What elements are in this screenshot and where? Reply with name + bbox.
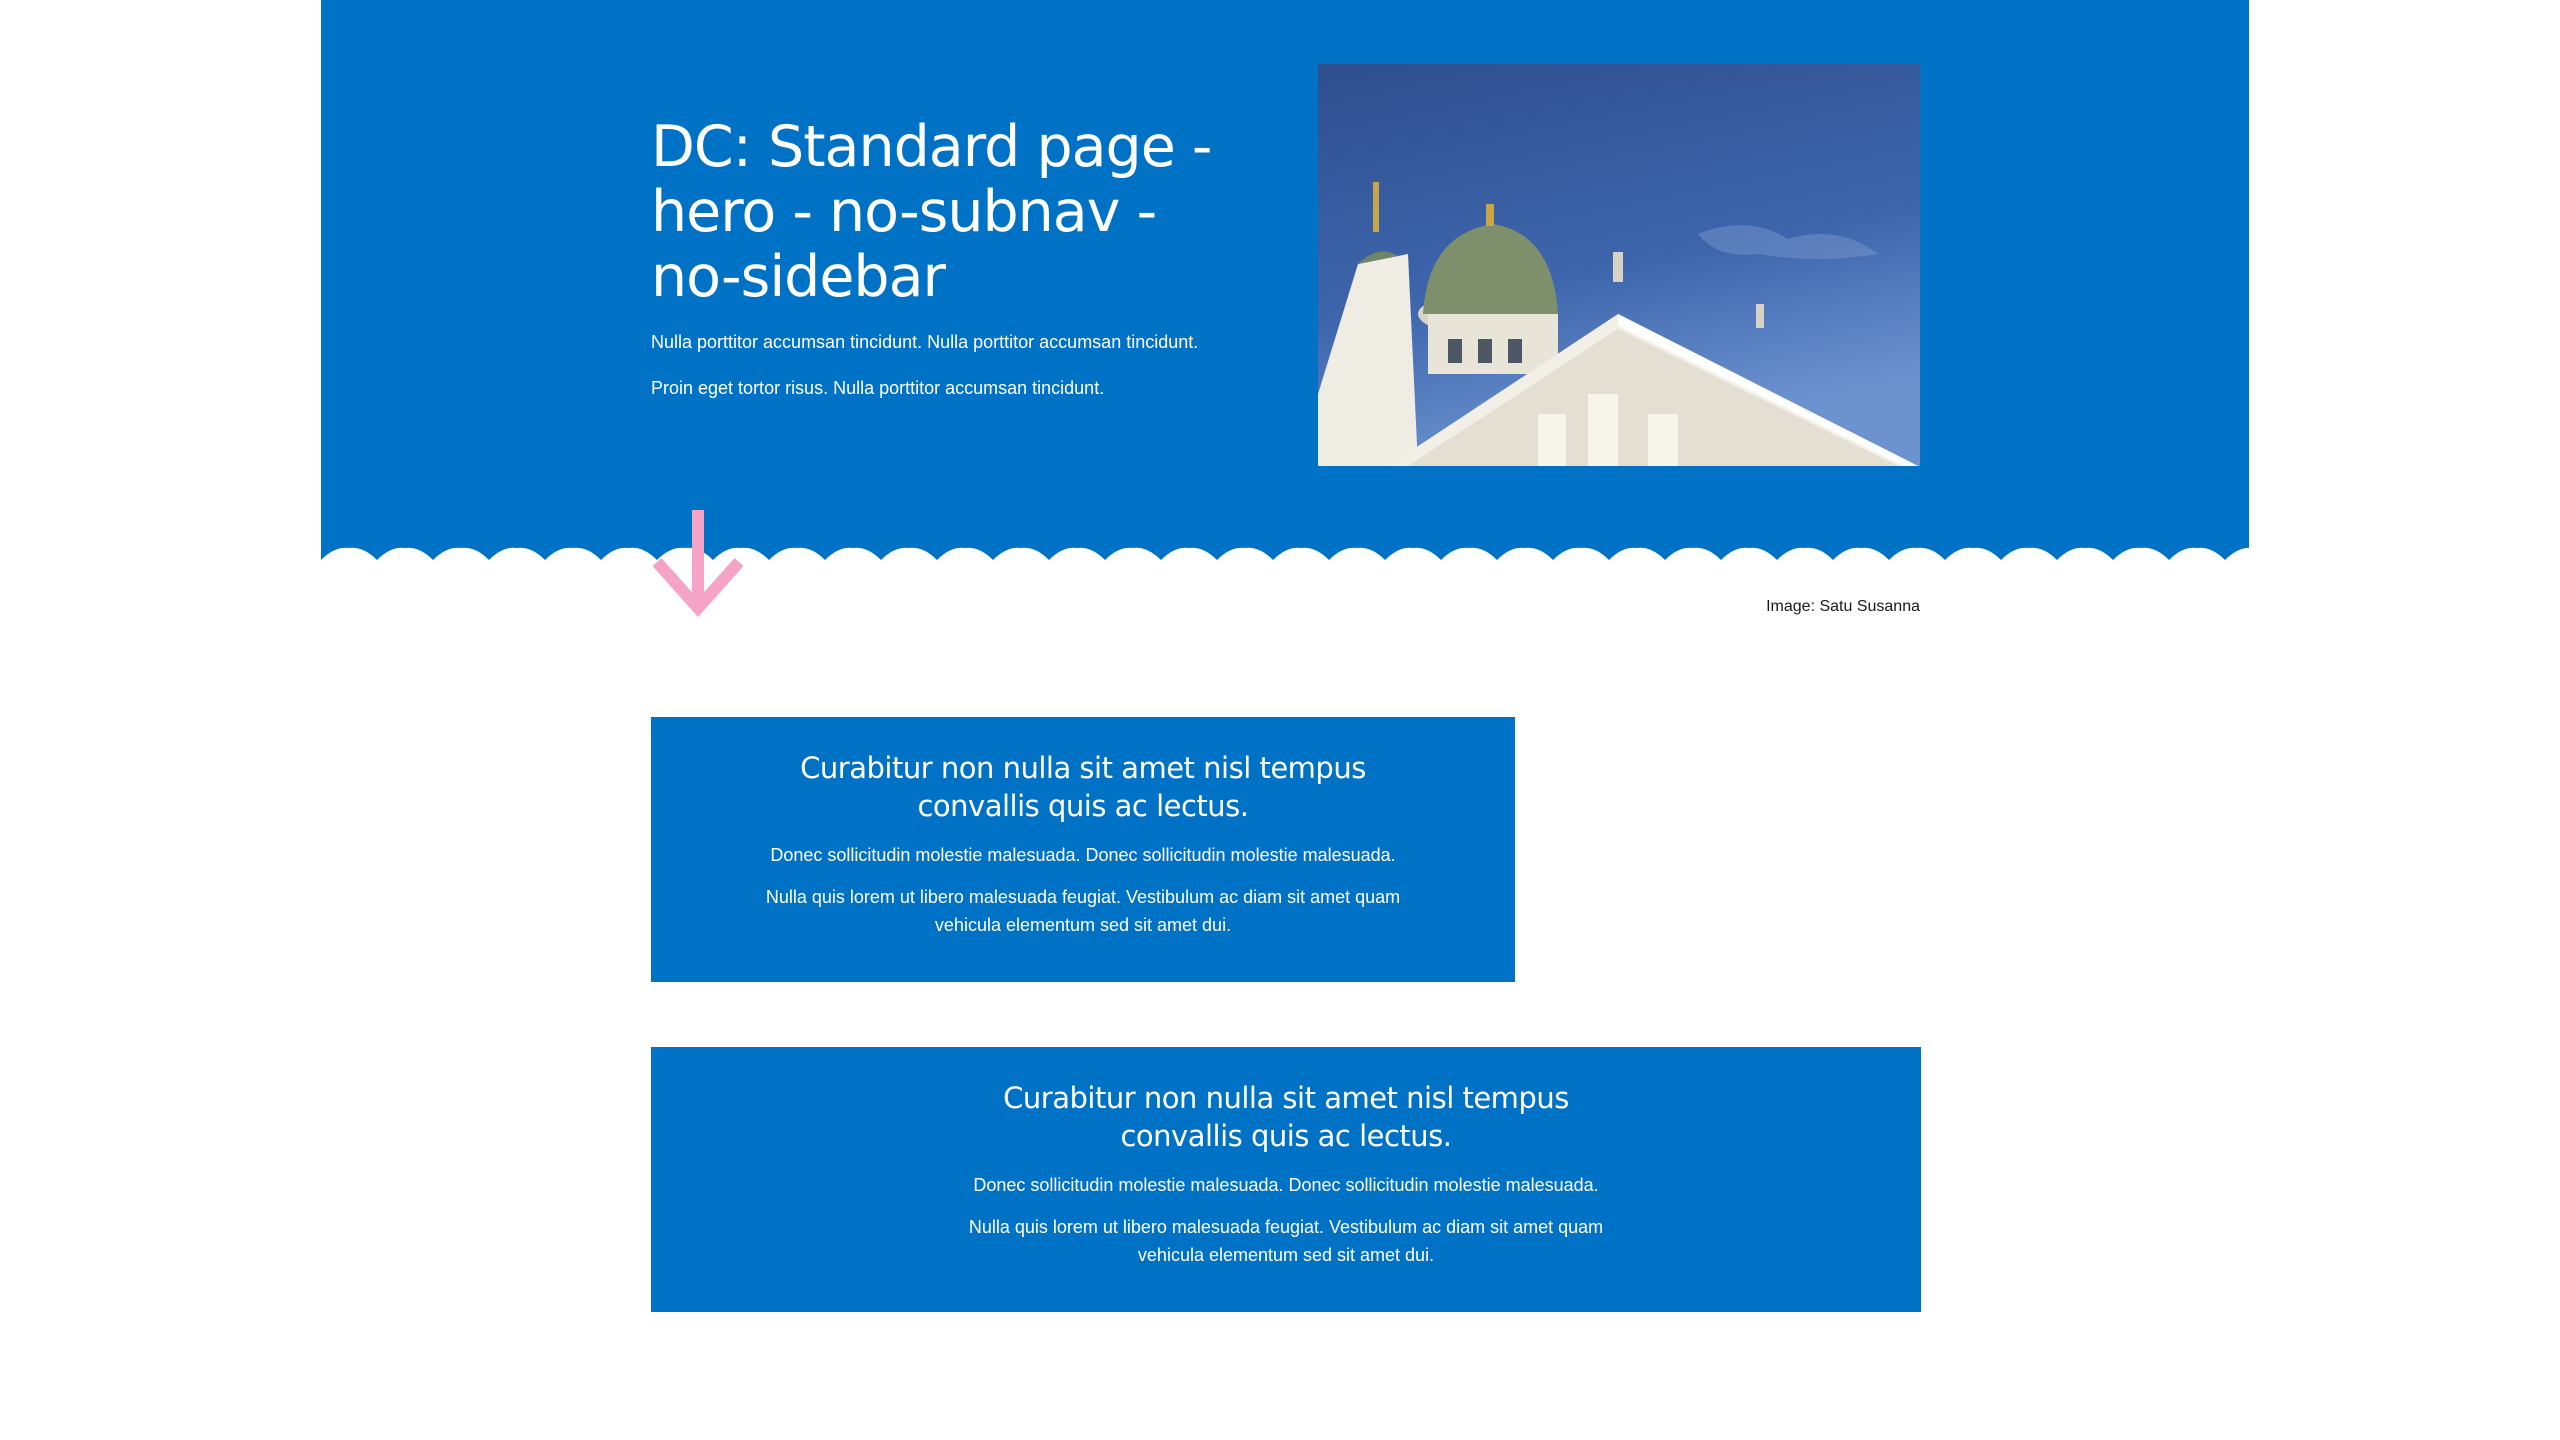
page: DC: Standard page - hero - no-subnav - n… — [0, 0, 2560, 1440]
page-title: DC: Standard page - hero - no-subnav - n… — [651, 114, 1213, 310]
block-paragraph: Nulla quis lorem ut libero malesuada feu… — [968, 1217, 1604, 1265]
block-paragraph: Donec sollicitudin molestie malesuada. D… — [770, 845, 1396, 865]
block-title: Curabitur non nulla sit amet nisl tempus… — [1003, 1081, 1569, 1153]
hero-image — [1318, 64, 1920, 466]
content-block: Curabitur non nulla sit amet nisl tempus… — [651, 717, 1515, 982]
block-paragraph: Donec sollicitudin molestie malesuada. D… — [973, 1175, 1599, 1195]
hero-paragraph: Proin eget tortor risus. Nulla porttitor… — [651, 378, 1105, 398]
arrow-down-icon — [652, 510, 744, 618]
hero-text: DC: Standard page - hero - no-subnav - n… — [651, 115, 1251, 422]
hero-paragraph: Nulla porttitor accumsan tincidunt. Null… — [651, 332, 1199, 352]
block-title: Curabitur non nulla sit amet nisl tempus… — [800, 751, 1366, 823]
content-block: Curabitur non nulla sit amet nisl tempus… — [651, 1047, 1921, 1312]
cathedral-photo — [1318, 64, 1920, 466]
image-caption: Image: Satu Susanna — [1766, 598, 1920, 615]
block-paragraph: Nulla quis lorem ut libero malesuada feu… — [765, 887, 1401, 935]
wave-divider — [321, 547, 2249, 560]
hero-section: DC: Standard page - hero - no-subnav - n… — [321, 0, 2249, 560]
